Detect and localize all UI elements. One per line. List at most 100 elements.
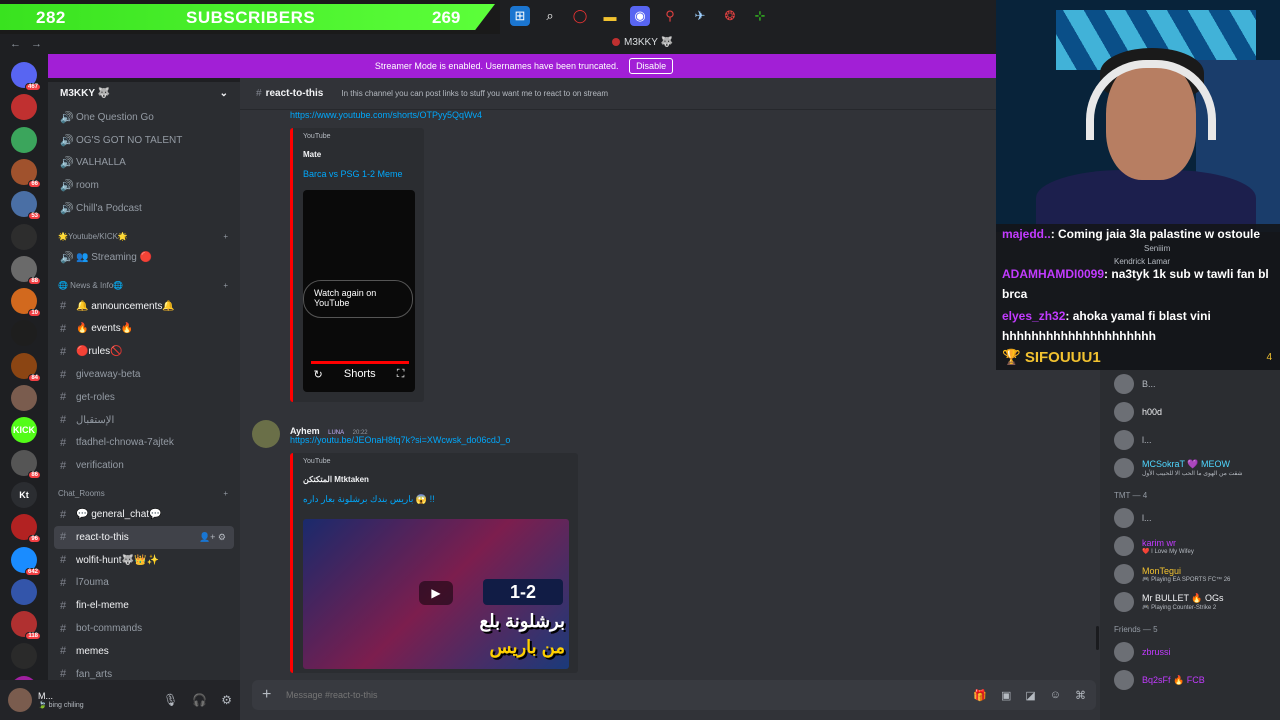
avatar[interactable] <box>8 688 32 712</box>
channel-item[interactable]: # 💬 general_chat💬 <box>48 503 240 526</box>
plus-icon[interactable]: + <box>223 489 228 498</box>
play-icon[interactable]: ▶ <box>419 581 453 605</box>
embed-title[interactable]: باريس بندك برشلونة بعار داره 😱 !! <box>303 494 435 505</box>
member-item[interactable]: Mr BULLET 🔥 OGs 🎮 Playing Counter-Strike … <box>1100 588 1280 616</box>
channel-item[interactable]: # l7ouma <box>48 572 240 595</box>
channel-item[interactable]: # fan_arts <box>48 663 240 680</box>
member-item[interactable]: B... <box>1100 370 1280 398</box>
channel-topic[interactable]: In this channel you can post links to st… <box>341 89 608 98</box>
server-header[interactable]: M3KKY 🐺 ⌄ <box>48 82 240 106</box>
plus-icon[interactable]: + <box>223 281 228 290</box>
member-item[interactable]: l... <box>1100 426 1280 454</box>
replay-icon[interactable]: ↻ <box>314 368 323 381</box>
embed-author[interactable]: Mate <box>303 150 321 159</box>
member-item[interactable]: h00d <box>1100 398 1280 426</box>
video-player[interactable]: Watch again on YouTube ↻ Shorts ⛶ <box>303 190 415 392</box>
avatar[interactable] <box>252 420 280 448</box>
channel-item[interactable]: # verification <box>48 454 240 477</box>
category-news[interactable]: 🌐 News & Info🌐 + <box>48 269 240 295</box>
channel-streaming[interactable]: 🔊 👥 Streaming 🔴 <box>48 246 240 269</box>
member-item[interactable]: Bq2sFf 🔥 FCB <box>1100 666 1280 694</box>
server-icon[interactable]: 96 <box>11 514 41 544</box>
embed-author[interactable]: المتكتكن Mtktaken <box>303 475 369 484</box>
shorts-label[interactable]: Shorts <box>344 368 376 381</box>
server-icon[interactable] <box>11 126 37 153</box>
discord-icon[interactable]: ◉ <box>630 6 650 26</box>
search-icon[interactable]: ⌕ <box>540 6 560 26</box>
emoji-icon[interactable]: ☺ <box>1050 689 1061 702</box>
plus-icon[interactable]: + <box>262 686 286 704</box>
member-item[interactable]: l... <box>1100 504 1280 532</box>
channel-item[interactable]: # bot-commands <box>48 617 240 640</box>
member-item[interactable]: zbrussi <box>1100 638 1280 666</box>
server-icon[interactable]: 86 <box>11 449 41 479</box>
channel-item[interactable]: # fin-el-meme <box>48 594 240 617</box>
server-icon[interactable]: 66 <box>11 158 41 188</box>
video-thumbnail[interactable]: 1-2 برشلونة بلع من باريس ▶ <box>303 519 569 669</box>
app-icon[interactable]: ❂ <box>720 6 740 26</box>
steam-icon[interactable]: ✈ <box>690 6 710 26</box>
server-icon[interactable] <box>11 320 37 347</box>
channel-item[interactable]: # react-to-this 👤+ ⚙ <box>54 525 234 549</box>
channel-item[interactable]: # 🔴rules🚫 <box>48 340 240 363</box>
channel-item[interactable]: # get-roles <box>48 386 240 409</box>
gear-icon[interactable]: ⚙ <box>221 693 232 707</box>
fullscreen-icon[interactable]: ⛶ <box>397 368 405 381</box>
server-icon[interactable]: Kt <box>11 481 37 508</box>
opera-icon[interactable]: ◯ <box>570 6 590 26</box>
channel-item[interactable]: 🔊 VALHALLA <box>48 152 240 175</box>
server-icon[interactable]: 84 <box>11 352 41 382</box>
member-item[interactable]: karim wr ❤️ I Love My Wifey <box>1100 532 1280 560</box>
chevron-down-icon: ⌄ <box>219 88 228 99</box>
tray-icon[interactable]: ⊹ <box>750 6 770 26</box>
channel-item[interactable]: 🔊 OG'S GOT NO TALENT <box>48 129 240 152</box>
folder-icon[interactable]: ▬ <box>600 6 620 26</box>
plus-icon[interactable]: + <box>223 232 228 241</box>
channel-item[interactable]: # wolfit-hunt🐺👑✨ <box>48 549 240 572</box>
gif-icon[interactable]: ▣ <box>1001 689 1011 702</box>
watch-again-button[interactable]: Watch again on YouTube <box>303 280 413 318</box>
chat-user: ADAMHAMDI0099 <box>1002 267 1105 281</box>
member-item[interactable]: MCSokraT 💜 MEOW شقت من الهوى ما الحب الا … <box>1100 454 1280 482</box>
server-icon[interactable] <box>11 385 37 411</box>
sticker-icon[interactable]: ◪ <box>1025 689 1035 702</box>
embed-title[interactable]: Barca vs PSG 1-2 Meme <box>303 169 403 179</box>
message-link[interactable]: https://youtu.be/JEOnaH8fq7k?si=XWcwsk_d… <box>290 435 510 445</box>
category-chat[interactable]: Chat_Rooms + <box>48 477 240 503</box>
server-icon[interactable] <box>11 578 37 605</box>
channel-item[interactable]: # memes <box>48 640 240 663</box>
server-icon[interactable] <box>11 643 37 670</box>
channel-item[interactable]: # الإستقبال <box>48 409 240 432</box>
server-icon[interactable]: 467 <box>11 62 41 91</box>
apps-icon[interactable]: ⌘ <box>1075 689 1086 702</box>
server-icon[interactable]: 10 <box>11 288 41 318</box>
channel-item[interactable]: # tfadhel-chnowa-7ajtek <box>48 432 240 455</box>
nav-arrows[interactable]: ←→ <box>10 38 52 50</box>
server-icon[interactable]: 88 <box>11 255 41 285</box>
channel-item[interactable]: # 🔔 announcements🔔 <box>48 295 240 318</box>
gift-icon[interactable]: 🎁 <box>973 689 987 702</box>
server-icon[interactable]: 53 <box>11 191 41 221</box>
server-icon[interactable] <box>11 223 37 250</box>
gear-icon[interactable]: 👤+ ⚙ <box>199 532 226 543</box>
windows-start-icon[interactable]: ⊞ <box>510 6 530 26</box>
disable-button[interactable]: Disable <box>629 58 674 74</box>
channel-item[interactable]: 🔊 One Question Go <box>48 106 240 129</box>
server-icon[interactable]: 118 <box>11 611 41 641</box>
server-icon[interactable]: 642 <box>11 546 41 576</box>
channel-item[interactable]: # 🔥 events🔥 <box>48 318 240 341</box>
message-link[interactable]: https://www.youtube.com/shorts/OTPyy5QqW… <box>290 110 482 120</box>
channel-item[interactable]: 🔊 Chill'a Podcast <box>48 197 240 220</box>
microphone-icon[interactable]: 🎙 <box>163 693 178 707</box>
scrollbar[interactable] <box>1096 626 1099 650</box>
channel-label: fin-el-meme <box>76 600 129 612</box>
headphones-icon[interactable]: 🎧 <box>192 693 207 707</box>
channel-item[interactable]: # giveaway-beta <box>48 363 240 386</box>
member-item[interactable]: MonTegui 🎮 Playing EA SPORTS FC™ 26 <box>1100 560 1280 588</box>
map-pin-icon[interactable]: ⚲ <box>660 6 680 26</box>
category-youtube[interactable]: 🌟Youtube/KICK🌟 + <box>48 220 240 246</box>
server-icon[interactable] <box>11 94 37 121</box>
channel-item[interactable]: 🔊 room <box>48 174 240 197</box>
server-icon[interactable]: KICK <box>11 417 37 444</box>
message-input[interactable] <box>286 690 786 700</box>
